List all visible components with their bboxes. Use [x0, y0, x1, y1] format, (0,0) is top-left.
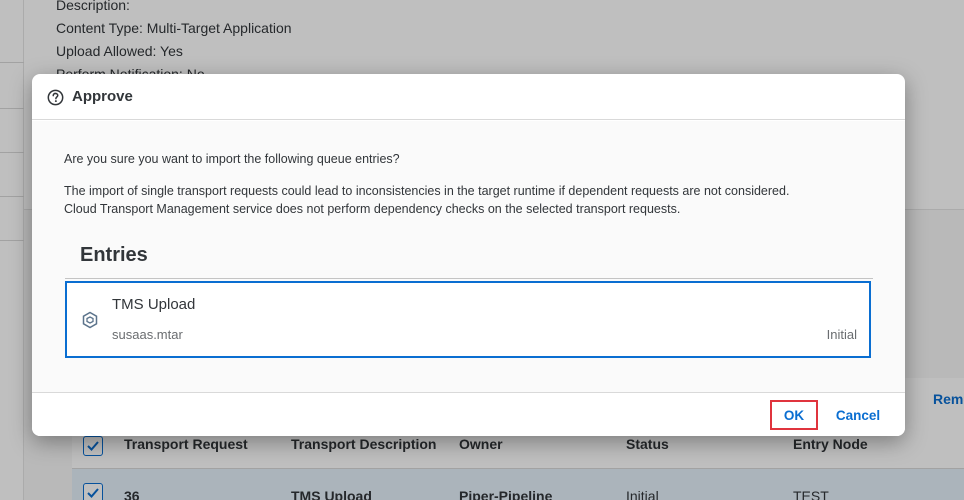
entries-divider [65, 278, 873, 279]
cancel-button[interactable]: Cancel [828, 400, 888, 430]
dialog-content: Are you sure you want to import the foll… [32, 121, 905, 392]
entries-title: Entries [80, 244, 148, 266]
list-item[interactable]: TMS Upload susaas.mtar Initial [65, 281, 871, 358]
transport-icon [82, 311, 98, 329]
ok-button[interactable]: OK [770, 400, 818, 430]
dialog-header: Approve [32, 74, 905, 120]
warning-text-line-1: The import of single transport requests … [64, 184, 790, 198]
entry-status: Initial [826, 327, 857, 342]
question-circle-icon [47, 89, 64, 106]
dialog-title: Approve [72, 88, 133, 105]
entry-title: TMS Upload [112, 296, 196, 313]
warning-text-line-2: Cloud Transport Management service does … [64, 202, 681, 216]
confirmation-question: Are you sure you want to import the foll… [64, 152, 400, 166]
approve-dialog: Approve Are you sure you want to import … [32, 74, 905, 436]
entry-subtitle: susaas.mtar [112, 327, 183, 342]
dialog-footer: OK Cancel [32, 392, 905, 436]
